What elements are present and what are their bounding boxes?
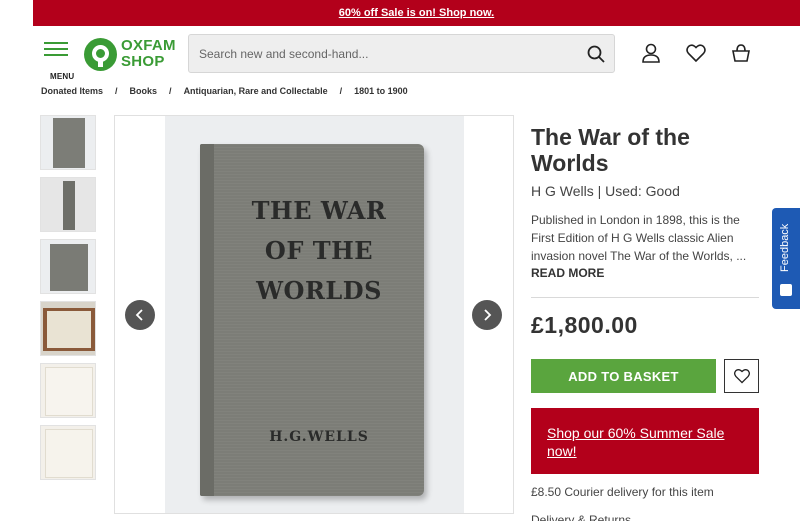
breadcrumb-item[interactable]: 1801 to 1900 bbox=[354, 86, 408, 96]
search-input[interactable] bbox=[199, 35, 579, 72]
delivery-info: £8.50 Courier delivery for this item bbox=[531, 485, 714, 499]
product-author-condition: H G Wells | Used: Good bbox=[531, 183, 680, 199]
main-product-image: THE WAR OF THE WORLDS H.G.WELLS bbox=[114, 115, 514, 514]
heart-icon bbox=[733, 368, 750, 384]
promo-bar: 60% off Sale is on! Shop now. bbox=[33, 0, 800, 26]
breadcrumb: Donated Items / Books / Antiquarian, Rar… bbox=[41, 86, 408, 96]
cover-title: THE WAR OF THE WORLDS bbox=[251, 196, 387, 305]
wishlist-heart-icon[interactable] bbox=[685, 42, 707, 64]
feedback-tab[interactable]: Feedback bbox=[772, 208, 800, 309]
site-header: MENU OXFAM SHOP bbox=[33, 26, 800, 82]
thumbnail-inner-page[interactable] bbox=[40, 425, 96, 480]
divider bbox=[531, 297, 759, 298]
thumbnail-endpapers[interactable] bbox=[40, 301, 96, 356]
basket-icon[interactable] bbox=[730, 42, 752, 64]
sale-banner: Shop our 60% Summer Sale now! bbox=[531, 408, 759, 474]
sale-banner-link[interactable]: Shop our 60% Summer Sale now! bbox=[547, 425, 724, 459]
breadcrumb-item[interactable]: Antiquarian, Rare and Collectable bbox=[184, 86, 328, 96]
menu-button[interactable]: MENU bbox=[41, 40, 74, 81]
feedback-label: Feedback bbox=[779, 223, 791, 273]
product-price: £1,800.00 bbox=[531, 312, 638, 338]
thumbnail-list bbox=[40, 115, 96, 487]
search-bar bbox=[188, 34, 615, 73]
product-title: The War of the Worlds bbox=[531, 124, 690, 176]
logo-text-line2: SHOP bbox=[121, 53, 165, 70]
breadcrumb-item[interactable]: Donated Items bbox=[41, 86, 103, 96]
cover-author: H.G.WELLS bbox=[269, 429, 369, 445]
oxfam-logo-icon bbox=[84, 38, 117, 71]
thumbnail-back-cover[interactable] bbox=[40, 239, 96, 294]
account-icon[interactable] bbox=[640, 42, 662, 64]
menu-label: MENU bbox=[50, 72, 75, 81]
next-image-button[interactable] bbox=[472, 300, 502, 330]
thumbnail-front-cover[interactable] bbox=[40, 115, 96, 170]
feedback-icon bbox=[780, 284, 792, 296]
promo-link[interactable]: 60% off Sale is on! Shop now. bbox=[339, 7, 494, 19]
search-icon[interactable] bbox=[586, 44, 606, 64]
read-more-link[interactable]: READ MORE bbox=[531, 266, 604, 280]
thumbnail-title-page[interactable] bbox=[40, 363, 96, 418]
previous-image-button[interactable] bbox=[125, 300, 155, 330]
hamburger-icon bbox=[44, 42, 68, 44]
chevron-right-icon bbox=[484, 309, 492, 321]
oxfam-shop-logo[interactable]: OXFAM SHOP bbox=[84, 37, 176, 72]
add-to-wishlist-button[interactable] bbox=[724, 359, 759, 393]
add-to-basket-button[interactable]: ADD TO BASKET bbox=[531, 359, 716, 393]
breadcrumb-item[interactable]: Books bbox=[130, 86, 158, 96]
thumbnail-spine[interactable] bbox=[40, 177, 96, 232]
delivery-returns-link[interactable]: Delivery & Returns bbox=[531, 513, 631, 521]
logo-text-line1: OXFAM bbox=[121, 37, 176, 54]
product-description: Published in London in 1898, this is the… bbox=[531, 213, 747, 263]
chevron-left-icon bbox=[135, 309, 143, 321]
